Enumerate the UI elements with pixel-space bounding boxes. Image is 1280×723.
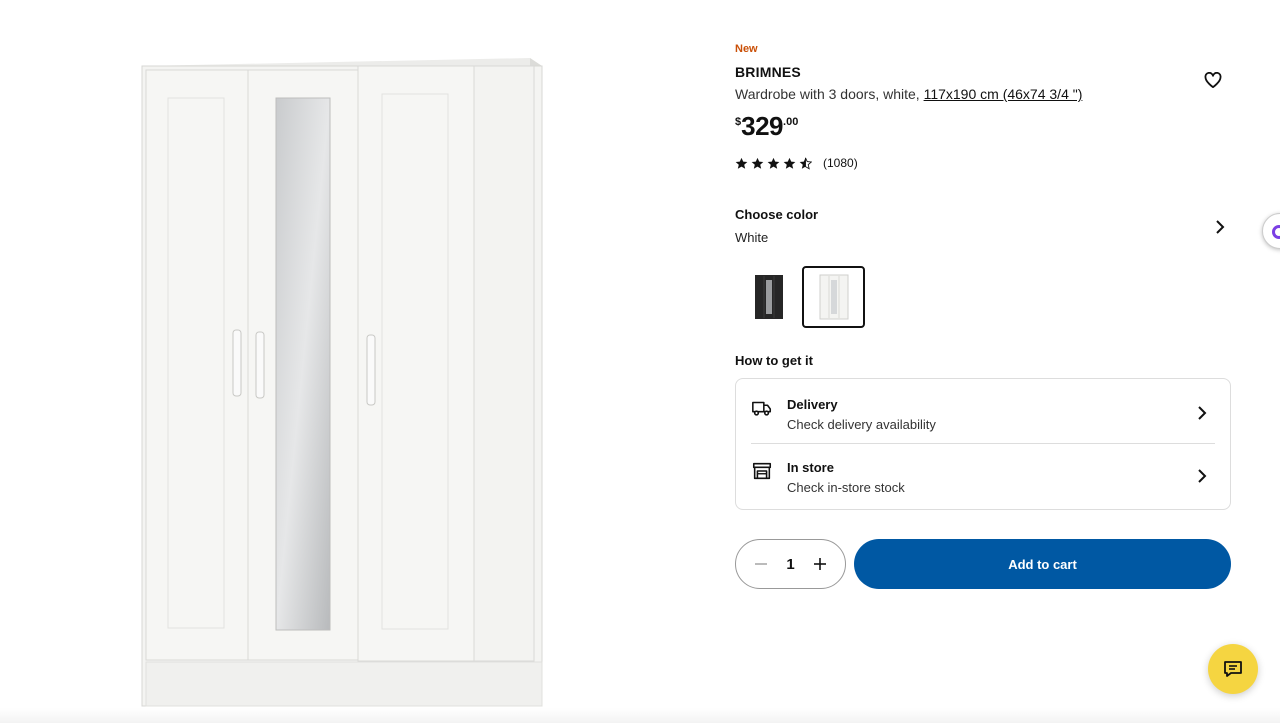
selected-color: White bbox=[735, 230, 769, 245]
quantity-input[interactable] bbox=[775, 555, 806, 573]
dimensions-link[interactable]: 117x190 cm (46x74 3/4 ") bbox=[924, 86, 1083, 102]
truck-icon bbox=[752, 401, 772, 416]
product-price: $ 329 .00 bbox=[735, 112, 798, 140]
extension-icon bbox=[1272, 225, 1280, 239]
favorite-button[interactable] bbox=[1201, 68, 1225, 92]
delivery-label: Delivery bbox=[787, 397, 838, 412]
wardrobe-black-thumbnail bbox=[754, 275, 783, 319]
decrease-quantity-button[interactable] bbox=[750, 553, 772, 575]
minus-icon bbox=[755, 563, 767, 565]
wardrobe-white-thumbnail bbox=[819, 274, 848, 320]
delivery-option[interactable]: Delivery Check delivery availability bbox=[736, 383, 1230, 445]
description-text: Wardrobe with 3 doors, white, bbox=[735, 86, 920, 102]
plus-icon bbox=[814, 558, 826, 570]
new-badge: New bbox=[735, 43, 758, 55]
price-decimal: .00 bbox=[783, 116, 799, 128]
color-swatch-black[interactable] bbox=[737, 266, 800, 328]
half-star-icon bbox=[799, 157, 812, 170]
rating[interactable]: (1080) bbox=[735, 156, 858, 170]
product-name: BRIMNES bbox=[735, 64, 801, 80]
page-bottom-shade bbox=[0, 708, 1280, 723]
in-store-subtext: Check in-store stock bbox=[787, 480, 905, 495]
product-description: Wardrobe with 3 doors, white, 117x190 cm… bbox=[735, 86, 1082, 102]
star-icon bbox=[751, 157, 764, 169]
extension-side-tab[interactable] bbox=[1262, 213, 1280, 249]
star-icon bbox=[783, 157, 796, 169]
choose-color-title: Choose color bbox=[735, 207, 819, 222]
quantity-stepper bbox=[735, 539, 846, 589]
rating-count: (1080) bbox=[823, 156, 858, 170]
chevron-right-icon bbox=[1198, 406, 1207, 420]
increase-quantity-button[interactable] bbox=[809, 553, 831, 575]
in-store-label: In store bbox=[787, 460, 834, 475]
chevron-right-icon bbox=[1198, 469, 1207, 483]
add-to-cart-button[interactable]: Add to cart bbox=[854, 539, 1231, 589]
star-icon bbox=[767, 157, 780, 169]
in-store-option[interactable]: In store Check in-store stock bbox=[736, 446, 1230, 508]
product-image bbox=[130, 50, 560, 710]
price-integer: 329 bbox=[741, 111, 784, 141]
chat-icon bbox=[1224, 661, 1242, 677]
heart-icon bbox=[1204, 72, 1222, 88]
color-swatch-white[interactable] bbox=[802, 266, 865, 328]
divider bbox=[751, 443, 1215, 444]
fulfillment-options: Delivery Check delivery availability In … bbox=[735, 378, 1231, 510]
store-icon bbox=[752, 462, 772, 480]
color-chevron-right-icon[interactable] bbox=[1210, 217, 1230, 237]
chat-button[interactable] bbox=[1208, 644, 1258, 694]
delivery-subtext: Check delivery availability bbox=[787, 417, 936, 432]
star-icon bbox=[735, 157, 748, 169]
how-to-get-it-title: How to get it bbox=[735, 353, 813, 368]
